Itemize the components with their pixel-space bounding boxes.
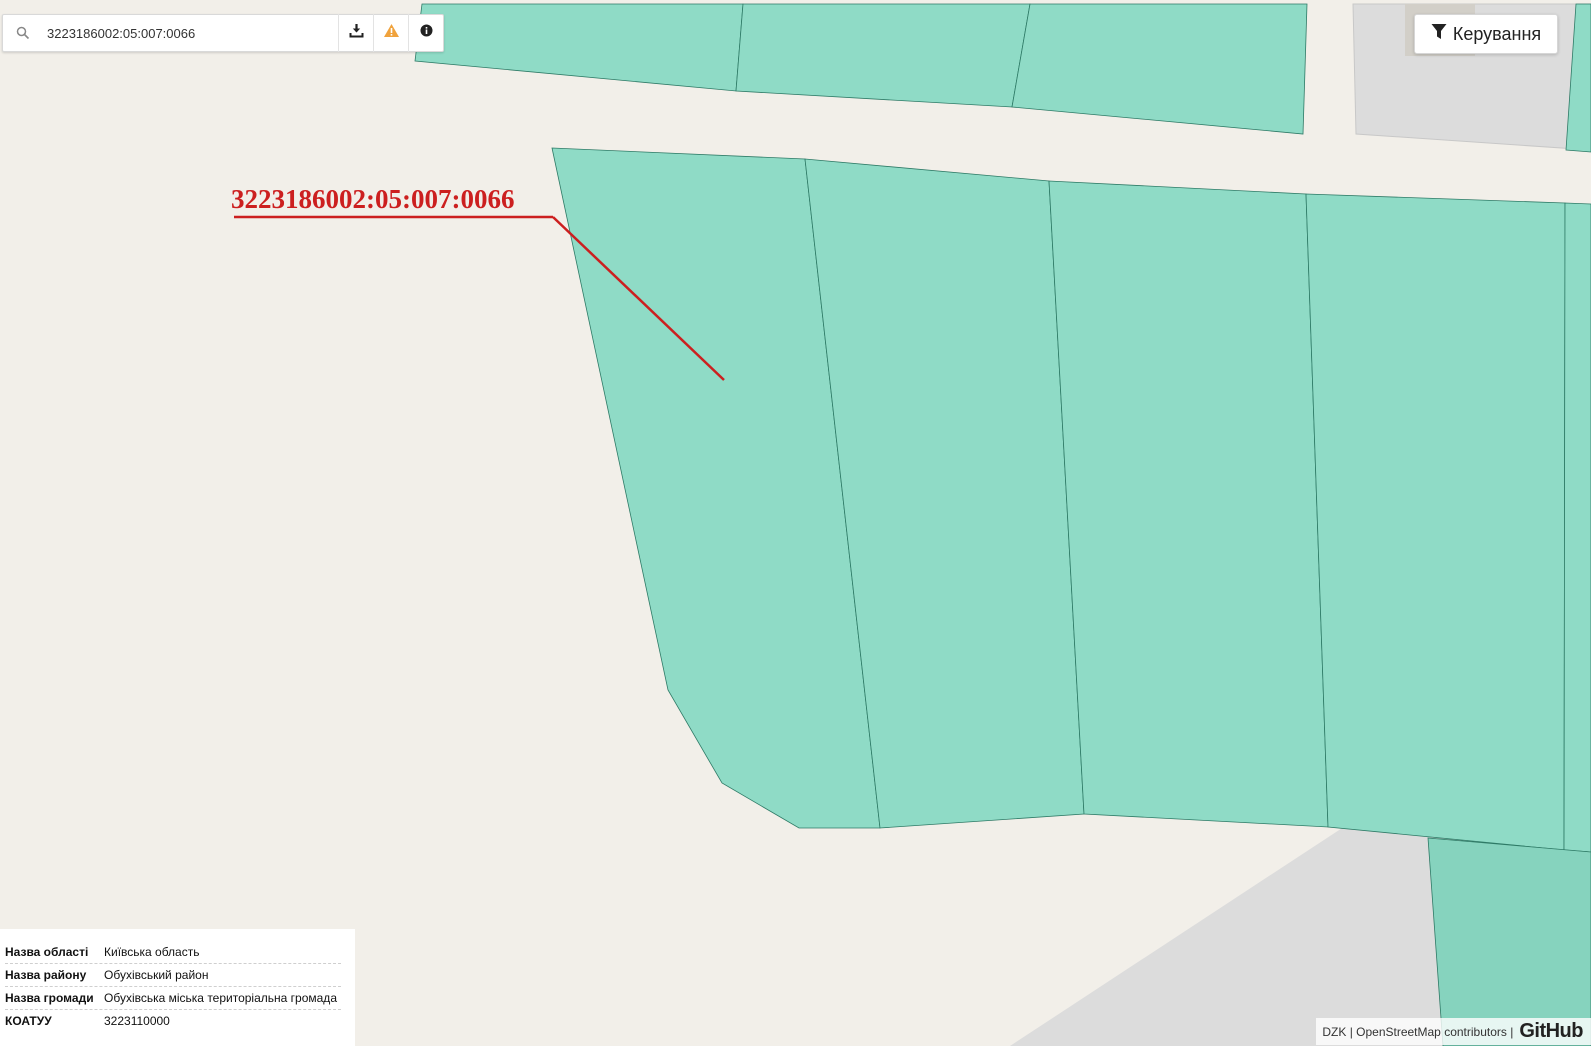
map-canvas[interactable]: 3223186002:05:007:0066 xyxy=(0,0,1591,1063)
parcel-bottom-right[interactable] xyxy=(1427,837,1591,1047)
parcel-main-4[interactable] xyxy=(1305,193,1566,851)
info-row: КОАТУУ 3223110000 xyxy=(5,1010,341,1032)
download-icon xyxy=(349,23,364,43)
info-button[interactable] xyxy=(408,14,443,52)
info-key: Назва району xyxy=(5,968,87,982)
parcel-top-2[interactable] xyxy=(735,3,1031,108)
parcel-cadastral-label: 3223186002:05:007:0066 xyxy=(231,184,515,214)
info-value: Київська область xyxy=(104,945,200,959)
map-layer xyxy=(234,3,1591,1047)
map-attribution: DZK | OpenStreetMap contributors | GitHu… xyxy=(1316,1018,1591,1045)
info-value: Обухівський район xyxy=(104,968,209,982)
parcel-main-5[interactable] xyxy=(1563,202,1591,853)
info-icon xyxy=(420,24,433,42)
control-button[interactable]: Керування xyxy=(1414,14,1558,54)
parcel-info-panel: Назва області Київська область Назва рай… xyxy=(0,929,355,1047)
info-value: 3223110000 xyxy=(104,1014,170,1028)
info-key: Назва області xyxy=(5,945,89,959)
info-value: Обухівська міська територіальна громада xyxy=(104,991,337,1005)
info-row: Назва громади Обухівська міська територі… xyxy=(5,987,341,1010)
info-row: Назва району Обухівський район xyxy=(5,964,341,987)
github-link[interactable]: GitHub xyxy=(1519,1020,1583,1043)
search-icon[interactable] xyxy=(3,14,43,52)
search-input[interactable] xyxy=(43,18,338,48)
download-button[interactable] xyxy=(338,14,373,52)
filter-icon xyxy=(1431,23,1447,45)
warning-icon xyxy=(383,23,400,43)
parcel-top-1[interactable] xyxy=(414,3,744,92)
report-problem-button[interactable] xyxy=(373,14,408,52)
control-button-label: Керування xyxy=(1452,23,1542,44)
info-key: КОАТУУ xyxy=(5,1014,52,1028)
info-key: Назва громади xyxy=(5,991,94,1005)
search-bar xyxy=(2,14,444,52)
parcel-main-3[interactable] xyxy=(1048,180,1329,828)
bottom-strip xyxy=(0,1046,1591,1063)
attribution-text[interactable]: DZK | OpenStreetMap contributors | xyxy=(1322,1025,1513,1039)
parcel-top-3[interactable] xyxy=(1011,3,1308,135)
info-row: Назва області Київська область xyxy=(5,941,341,964)
